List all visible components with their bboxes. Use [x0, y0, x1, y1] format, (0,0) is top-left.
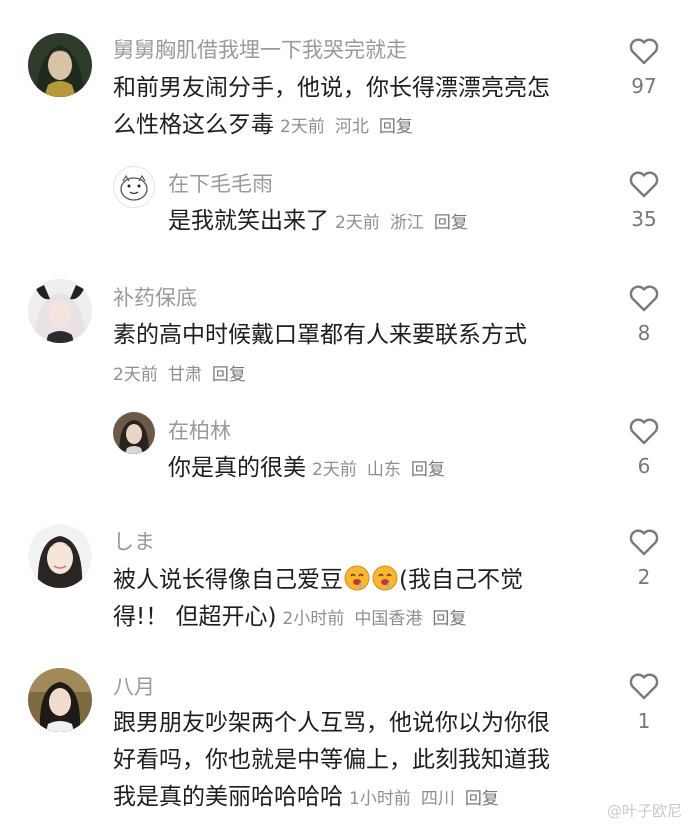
- avatar[interactable]: [113, 166, 155, 208]
- comment-line: 跟男朋友吵架两个人互骂，他说你以为你很: [113, 710, 550, 736]
- username[interactable]: 补药保底: [113, 284, 197, 312]
- like-count: 1: [637, 709, 651, 733]
- comment-meta: 2天前 河北 回复: [280, 117, 423, 137]
- comment-meta: 1小时前 四川 回复: [349, 789, 509, 809]
- comment-location: 山东: [366, 460, 401, 480]
- comment-time: 2天前: [312, 460, 357, 480]
- username[interactable]: 在下毛毛雨: [168, 170, 273, 198]
- comment-meta: 2天前 浙江 回复: [335, 213, 478, 233]
- comment-line: 我是真的美丽哈哈哈哈 1小时前 四川 回复: [113, 779, 550, 818]
- comment-time: 2天前: [113, 365, 158, 385]
- comment-meta: 2天前 甘肃 回复: [113, 361, 256, 389]
- like-button[interactable]: 1: [614, 673, 674, 732]
- avatar[interactable]: [28, 33, 92, 97]
- comment-line: 和前男友闹分手，他说，你长得漂漂亮亮怎: [113, 75, 550, 101]
- avatar[interactable]: [113, 412, 155, 454]
- username[interactable]: 在柏林: [168, 417, 231, 445]
- comment-line-text: 我是真的美丽哈哈哈哈: [113, 784, 343, 810]
- like-button[interactable]: 35: [614, 171, 674, 230]
- comment-time: 2小时前: [282, 609, 345, 629]
- reply-button[interactable]: 回复: [434, 213, 468, 233]
- avatar[interactable]: [28, 668, 92, 732]
- like-button[interactable]: 2: [614, 529, 674, 588]
- comment-text: 你是真的很美 2天前 山东 回复: [168, 450, 455, 489]
- username[interactable]: しま: [113, 528, 155, 556]
- comment-text: 是我就笑出来了 2天前 浙江 回复: [168, 203, 478, 242]
- like-button[interactable]: 8: [614, 285, 674, 344]
- comment-time: 2天前: [335, 213, 380, 233]
- comment-line-text: (我自己不觉: [399, 567, 523, 593]
- comment-text: 被人说长得像自己爱豆 (我自己不觉 得!！ 但超开心) 2小时前 中国香港 回复: [113, 562, 523, 638]
- like-button[interactable]: 6: [614, 418, 674, 477]
- like-count: 35: [631, 207, 657, 231]
- comment-location: 中国香港: [354, 609, 423, 629]
- comment-location: 甘肃: [167, 365, 202, 385]
- comment-line-text: 是我就笑出来了: [168, 208, 329, 234]
- reply-button[interactable]: 回复: [432, 609, 466, 629]
- like-button[interactable]: 97: [614, 38, 674, 97]
- comment-line: 好看吗，你也就是中等偏上，此刻我知道我: [113, 747, 550, 773]
- comment-line-text: 得!！ 但超开心): [113, 604, 277, 630]
- comment-meta: 2小时前 中国香港 回复: [283, 609, 477, 629]
- reply-button[interactable]: 回复: [465, 789, 499, 809]
- heart-outline-icon: [629, 38, 659, 65]
- heart-outline-icon: [629, 529, 659, 556]
- comment-line: 是我就笑出来了 2天前 浙江 回复: [168, 203, 478, 242]
- comment-text: 素的高中时候戴口罩都有人来要联系方式: [113, 317, 527, 354]
- avatar[interactable]: [28, 279, 92, 343]
- reply-button[interactable]: 回复: [411, 460, 445, 480]
- like-count: 97: [631, 74, 657, 98]
- heart-outline-icon: [629, 418, 659, 445]
- heart-outline-icon: [629, 171, 659, 198]
- comment-line: 你是真的很美 2天前 山东 回复: [168, 450, 455, 489]
- like-count: 6: [637, 454, 651, 478]
- comment-time: 2天前: [280, 117, 325, 137]
- username[interactable]: 八月: [113, 673, 155, 701]
- watermark: @叶子欧尼: [606, 802, 682, 820]
- comment-line: 么性格这么歹毒 2天前 河北 回复: [113, 107, 550, 146]
- comment-location: 河北: [334, 117, 369, 137]
- username[interactable]: 舅舅胸肌借我埋一下我哭完就走: [113, 36, 407, 64]
- comment-line-text: 么性格这么歹毒: [113, 112, 274, 138]
- comment-line-text: 被人说长得像自己爱豆: [113, 567, 343, 593]
- drooling-face-emoji-icon: [372, 565, 398, 591]
- comment-line: 被人说长得像自己爱豆 (我自己不觉: [113, 562, 523, 599]
- comment-text: 和前男友闹分手，他说，你长得漂漂亮亮怎 么性格这么歹毒 2天前 河北 回复: [113, 70, 550, 146]
- like-count: 8: [637, 321, 651, 345]
- heart-outline-icon: [629, 285, 659, 312]
- avatar[interactable]: [28, 524, 92, 588]
- comment-line: 得!！ 但超开心) 2小时前 中国香港 回复: [113, 599, 523, 638]
- reply-button[interactable]: 回复: [379, 117, 413, 137]
- comment-line: 素的高中时候戴口罩都有人来要联系方式: [113, 322, 527, 348]
- comment-meta: 2天前 山东 回复: [312, 460, 455, 480]
- heart-outline-icon: [629, 673, 659, 700]
- like-count: 2: [637, 565, 651, 589]
- comment-text: 跟男朋友吵架两个人互骂，他说你以为你很 好看吗，你也就是中等偏上，此刻我知道我 …: [113, 705, 550, 818]
- comment-line-text: 你是真的很美: [168, 455, 306, 481]
- comment-location: 四川: [420, 789, 455, 809]
- reply-button[interactable]: 回复: [212, 365, 246, 385]
- comment-time: 1小时前: [349, 789, 411, 809]
- drooling-face-emoji-icon: [344, 565, 370, 591]
- comment-location: 浙江: [389, 213, 424, 233]
